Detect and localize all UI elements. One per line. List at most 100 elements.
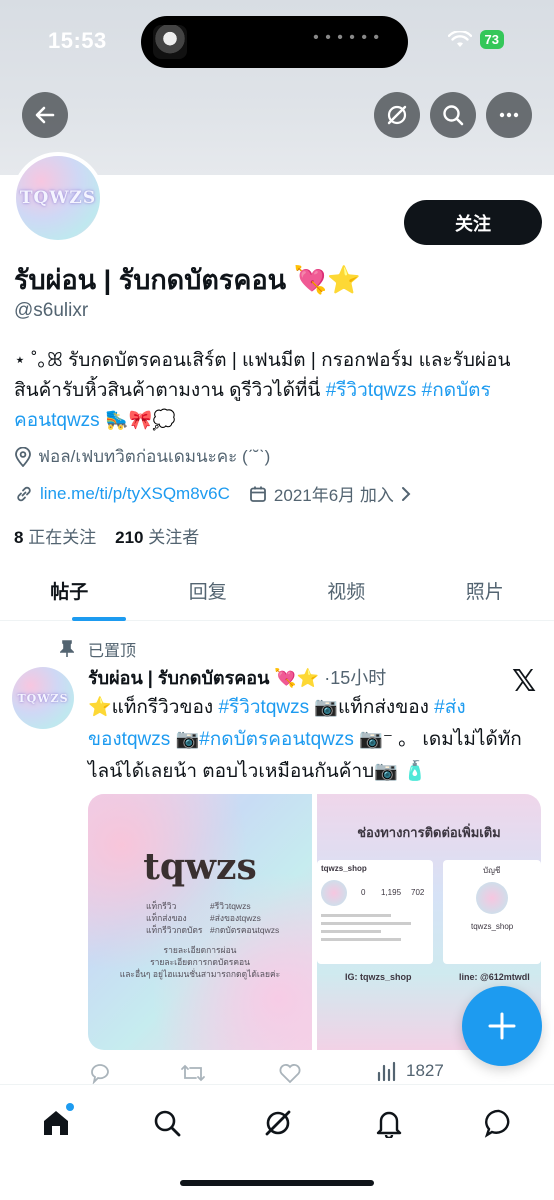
battery-indicator: 73 bbox=[479, 30, 504, 49]
pinned-label: 已置顶 bbox=[88, 643, 137, 660]
like-icon[interactable] bbox=[278, 1062, 302, 1084]
grok-button[interactable] bbox=[374, 92, 420, 138]
dynamic-island: • • • • • • bbox=[141, 16, 408, 68]
post-avatar-text: TQWZS bbox=[17, 691, 69, 705]
following-label: 正在关注 bbox=[28, 528, 97, 547]
nav-notifications[interactable] bbox=[369, 1103, 409, 1143]
search-icon bbox=[154, 1110, 181, 1137]
line-label: line: @612mtwdl bbox=[459, 972, 530, 982]
ig-bio-line bbox=[321, 930, 381, 933]
tab-replies[interactable]: 回复 bbox=[139, 565, 278, 620]
ig-label: IG: tqwzs_shop bbox=[345, 972, 412, 982]
line-avatar bbox=[476, 882, 508, 914]
ig-stat: 0 bbox=[361, 888, 366, 897]
media-left-line: แท็กรีวิว bbox=[146, 901, 177, 911]
post-author-name[interactable]: รับผ่อน | รับกดบัตรคอน 💘⭐ bbox=[88, 668, 319, 688]
media-center-list: รายละเอียดการผ่อน รายละเอียดการกดบัตรคอน… bbox=[88, 944, 312, 980]
chevron-right-icon[interactable] bbox=[400, 486, 412, 502]
line-name: tqwzs_shop bbox=[471, 922, 514, 931]
island-dots: • • • • • • bbox=[313, 29, 380, 46]
reply-icon[interactable] bbox=[88, 1062, 112, 1084]
post-text-part: ⭐แท็กรีวิวของ bbox=[88, 697, 219, 718]
follow-stats: 8 正在关注 210 关注者 bbox=[14, 523, 199, 548]
pinned-indicator: 已置顶 bbox=[60, 637, 136, 661]
media-center-line: และอื่นๆ อยู่ไฮแมนชั่นสามารถกดดูได้เลยค่… bbox=[119, 969, 281, 979]
ig-stat: 702 bbox=[411, 888, 425, 897]
media-right-list: #รีวิวtqwzs #ส่งของtqwzs #กดบัตรคอนtqwzs bbox=[210, 900, 279, 936]
post-time: ·15小时 bbox=[324, 668, 387, 688]
following-count: 8 bbox=[14, 528, 24, 547]
bell-icon bbox=[376, 1111, 402, 1138]
media-right-line: #กดบัตรคอนtqwzs bbox=[210, 925, 280, 935]
bio-hashtag-review[interactable]: #รีวิวtqwzs bbox=[326, 380, 417, 401]
ig-avatar bbox=[321, 880, 347, 906]
back-button[interactable] bbox=[22, 92, 68, 138]
home-icon bbox=[44, 1111, 68, 1135]
ig-stat: 1,195 bbox=[381, 888, 402, 897]
back-arrow-icon bbox=[35, 106, 55, 124]
compose-button[interactable] bbox=[462, 986, 542, 1066]
post-avatar[interactable]: TQWZS bbox=[12, 667, 74, 729]
pin-icon bbox=[60, 640, 74, 657]
post-text-part: 📷แท็กส่งของ bbox=[309, 697, 435, 718]
profile-bio: ⋆ ˚｡ꕤ รับกดบัตรคอนเสิร์ต | แฟนมีต | กรอก… bbox=[14, 346, 544, 436]
plus-icon bbox=[488, 1012, 516, 1040]
home-notification-dot bbox=[66, 1103, 74, 1111]
followers-count: 210 bbox=[115, 528, 144, 547]
status-time: 15:53 bbox=[48, 28, 107, 53]
ig-username: tqwzs_shop bbox=[321, 864, 367, 873]
location-pin-icon bbox=[15, 446, 31, 467]
post-text: ⭐แท็กรีวิวของ #รีวิวtqwzs 📷แท็กส่งของ #ส… bbox=[88, 692, 544, 788]
display-name: รับผ่อน | รับกดบัตรคอน 💘⭐ bbox=[14, 265, 361, 295]
profile-handle: @s6ulixr bbox=[14, 300, 89, 321]
ig-bio-line bbox=[321, 938, 401, 941]
nav-search[interactable] bbox=[147, 1103, 187, 1143]
media-brand: tqwzs bbox=[143, 846, 257, 888]
media-right-line: #ส่งของtqwzs bbox=[210, 913, 261, 923]
avatar-text: TQWZS bbox=[19, 188, 97, 208]
media-left-line: แท็กส่งของ bbox=[146, 913, 187, 923]
line-screenshot: บัญชี tqwzs_shop bbox=[443, 860, 541, 964]
search-button[interactable] bbox=[430, 92, 476, 138]
media-left-line: แท็กรีวิวกดบัตร bbox=[146, 925, 203, 935]
post-hashtag-tickets[interactable]: #กดบัตรคอนtqwzs bbox=[199, 729, 354, 750]
views-count: 1827 bbox=[406, 1061, 444, 1080]
following-stat[interactable]: 8 正在关注 bbox=[14, 528, 96, 547]
tab-videos[interactable]: 视频 bbox=[277, 565, 416, 620]
media-image-info[interactable]: tqwzs แท็กรีวิว แท็กส่งของ แท็กรีวิวกดบั… bbox=[88, 794, 312, 1050]
profile-avatar[interactable]: TQWZS bbox=[12, 152, 104, 244]
media-contact-title: ช่องทางการติดต่อเพิ่มเติม bbox=[357, 825, 501, 840]
joined-date: 2021年6月 加入 bbox=[273, 486, 394, 505]
nav-grok[interactable] bbox=[258, 1103, 298, 1143]
repost-icon[interactable] bbox=[180, 1062, 206, 1084]
island-avatar bbox=[153, 25, 187, 59]
nav-home[interactable] bbox=[36, 1103, 76, 1143]
media-center-line: รายละเอียดการกดบัตรคอน bbox=[150, 957, 250, 967]
status-icons: 73 bbox=[447, 30, 504, 49]
location-text: ฟอล/เฟบทวิตก่อนเดมนะคะ (ˊ˘ˋ) bbox=[38, 447, 271, 466]
views-icon bbox=[377, 1061, 396, 1082]
wifi-icon bbox=[447, 30, 472, 47]
followers-label: 关注者 bbox=[148, 528, 200, 547]
tab-photos[interactable]: 照片 bbox=[416, 565, 554, 620]
ig-bio-line bbox=[321, 914, 391, 917]
views-stat[interactable]: 1827 bbox=[376, 1060, 444, 1082]
bio-emoji: 🛼🎀💭 bbox=[99, 410, 176, 431]
media-center-line: รายละเอียดการผ่อน bbox=[163, 945, 237, 955]
grok-icon bbox=[265, 1110, 291, 1136]
tab-posts[interactable]: 帖子 bbox=[0, 565, 139, 620]
profile-link[interactable]: line.me/ti/p/tyXSQm8v6C bbox=[40, 484, 230, 504]
post-header: รับผ่อน | รับกดบัตรคอน 💘⭐ ·15小时 bbox=[88, 663, 386, 692]
nav-messages[interactable] bbox=[479, 1103, 519, 1143]
post-hashtag-review[interactable]: #รีวิวtqwzs bbox=[218, 697, 309, 718]
followers-stat[interactable]: 210 关注者 bbox=[115, 528, 199, 547]
more-icon bbox=[499, 112, 519, 118]
media-right-line: #รีวิวtqwzs bbox=[210, 901, 251, 911]
follow-button[interactable]: 关注 bbox=[404, 200, 542, 245]
calendar-icon bbox=[250, 486, 266, 502]
more-button[interactable] bbox=[486, 92, 532, 138]
home-indicator bbox=[180, 1180, 374, 1186]
active-tab-indicator bbox=[72, 617, 126, 621]
media-left-list: แท็กรีวิว แท็กส่งของ แท็กรีวิวกดบัตร bbox=[146, 900, 203, 936]
post-actions: 1827 bbox=[88, 1060, 544, 1086]
